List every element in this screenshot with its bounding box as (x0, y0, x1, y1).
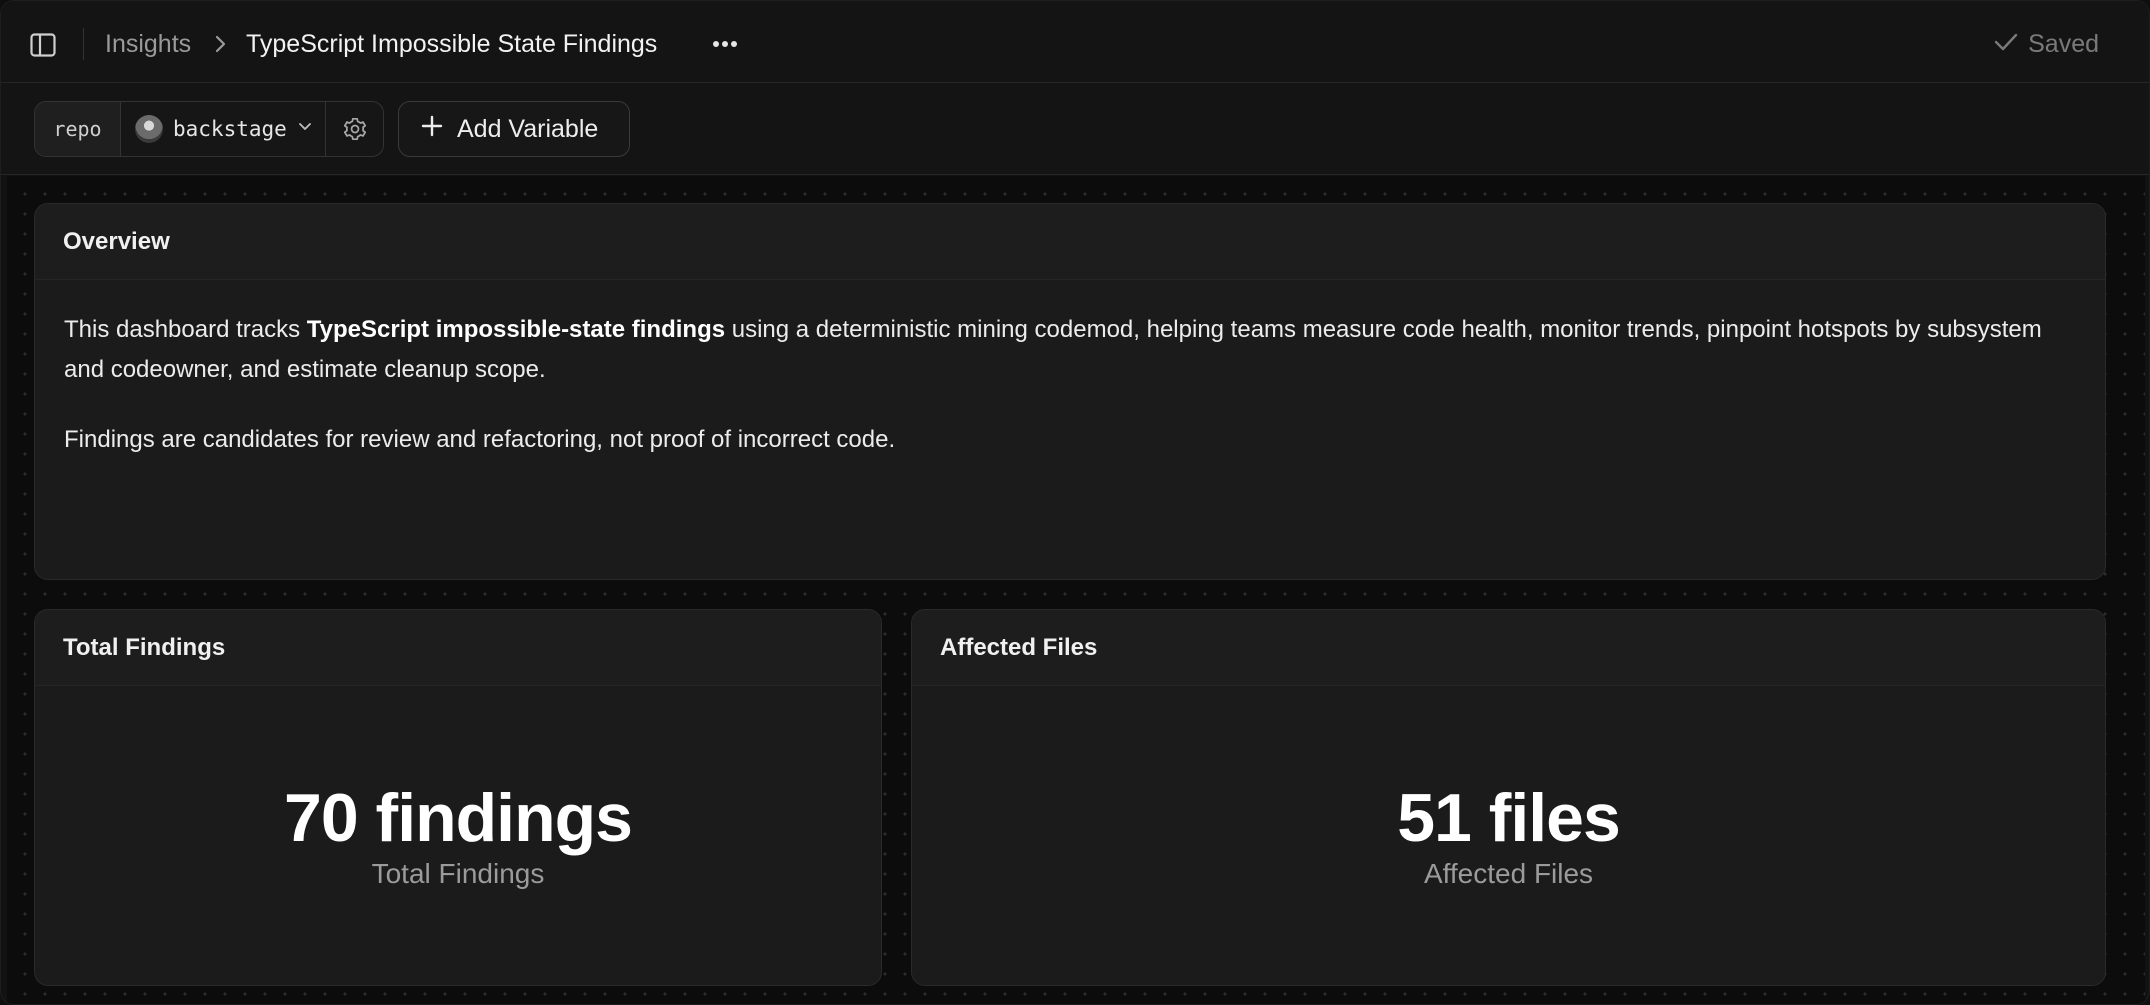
save-status: Saved (1994, 28, 2099, 60)
total-findings-title: Total Findings (35, 610, 881, 686)
overview-card-body: This dashboard tracks TypeScript impossi… (35, 280, 2105, 460)
top-bar: Insights TypeScript Impossible State Fin… (1, 1, 2149, 83)
header-divider (83, 28, 84, 60)
add-variable-label: Add Variable (457, 114, 599, 143)
overview-paragraph-2: Findings are candidates for review and r… (64, 426, 896, 453)
add-variable-button[interactable]: Add Variable (398, 101, 630, 157)
avatar (135, 115, 163, 143)
affected-files-title: Affected Files (912, 610, 2105, 686)
repo-variable: repo backstage (34, 101, 384, 157)
overview-card-title: Overview (35, 204, 2105, 280)
plus-icon (421, 115, 443, 144)
repo-variable-label: repo (35, 102, 121, 156)
page-title: TypeScript Impossible State Findings (246, 30, 658, 58)
affected-files-value: 51 files (1397, 779, 1621, 856)
overview-emphasis: TypeScript impossible-state findings (306, 316, 726, 343)
total-findings-value: 70 findings (284, 779, 633, 856)
dashboard-canvas: Overview This dashboard tracks TypeScrip… (7, 176, 2145, 1004)
affected-files-label: Affected Files (1423, 857, 1594, 889)
affected-files-stat: 51 files Affected Files (912, 686, 2105, 985)
total-findings-stat: 70 findings Total Findings (35, 686, 881, 985)
overview-paragraph-1: This dashboard tracks TypeScript impossi… (64, 316, 2042, 383)
affected-files-card: Affected Files 51 files Affected Files (911, 609, 2106, 986)
check-icon (1994, 28, 2018, 60)
total-findings-label: Total Findings (371, 857, 545, 889)
dashboard-window: Insights TypeScript Impossible State Fin… (0, 0, 2150, 1005)
repo-select-value: backstage (173, 117, 287, 141)
repo-select[interactable]: backstage (121, 102, 326, 156)
variables-bar: repo backstage Add Variable (1, 83, 2149, 175)
chevron-right-icon (211, 34, 231, 54)
save-status-label: Saved (2028, 30, 2099, 58)
total-findings-card: Total Findings 70 findings Total Finding… (34, 609, 882, 986)
overview-card: Overview This dashboard tracks TypeScrip… (34, 203, 2106, 580)
breadcrumb-insights[interactable]: Insights (105, 28, 191, 60)
sidebar-toggle-icon[interactable] (29, 31, 57, 59)
gear-icon[interactable] (326, 102, 383, 156)
more-options-icon[interactable] (709, 31, 741, 57)
chevron-down-icon (297, 119, 313, 140)
